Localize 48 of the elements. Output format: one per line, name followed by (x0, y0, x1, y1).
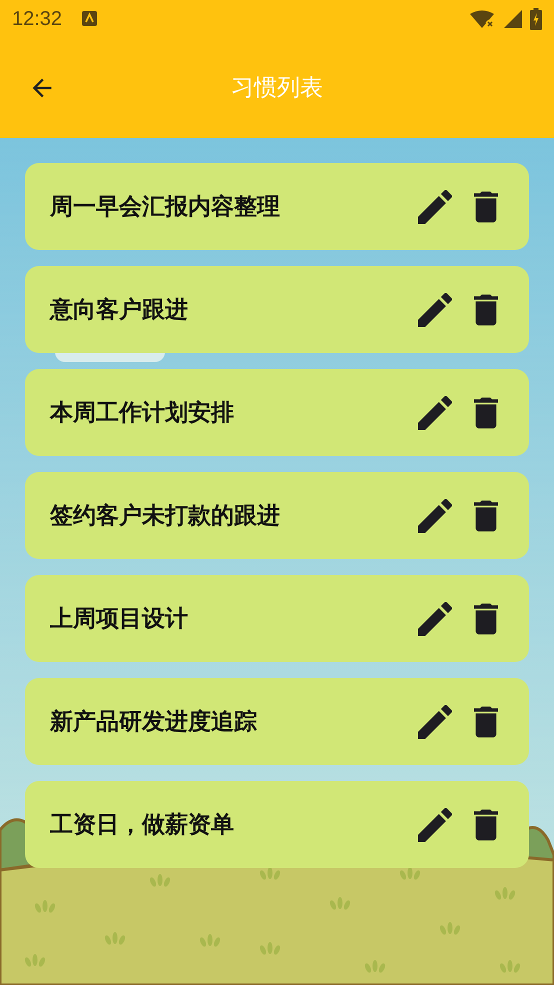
page-title: 习惯列表 (231, 73, 323, 102)
edit-button[interactable] (417, 704, 453, 740)
habit-title: 本周工作计划安排 (50, 398, 235, 428)
habit-card[interactable]: 工资日，做薪资单 (25, 781, 529, 868)
trash-icon (474, 808, 498, 840)
habit-card[interactable]: 周一早会汇报内容整理 (25, 163, 529, 250)
habit-title: 新产品研发进度追踪 (50, 707, 258, 736)
status-time: 12:32 (12, 6, 62, 32)
edit-button[interactable] (417, 498, 453, 534)
edit-button[interactable] (417, 806, 453, 842)
edit-button[interactable] (417, 292, 453, 328)
trash-icon (474, 190, 498, 222)
delete-button[interactable] (471, 292, 501, 328)
habit-title: 意向客户跟进 (50, 295, 189, 324)
habit-title: 签约客户未打款的跟进 (50, 501, 281, 530)
delete-button[interactable] (471, 704, 501, 740)
delete-button[interactable] (471, 394, 501, 430)
pencil-icon (418, 292, 452, 326)
habit-card[interactable]: 意向客户跟进 (25, 266, 529, 353)
habit-title: 工资日，做薪资单 (50, 810, 235, 840)
pencil-icon (418, 704, 452, 738)
pencil-icon (418, 498, 452, 532)
trash-icon (474, 602, 498, 634)
battery-icon (530, 8, 542, 30)
habit-title: 上周项目设计 (50, 604, 189, 634)
trash-icon (474, 706, 498, 738)
pencil-icon (418, 396, 452, 430)
delete-button[interactable] (471, 600, 501, 636)
edit-button[interactable] (417, 188, 453, 224)
edit-button[interactable] (417, 600, 453, 636)
delete-button[interactable] (471, 498, 501, 534)
trash-icon (474, 396, 498, 428)
habit-card[interactable]: 签约客户未打款的跟进 (25, 472, 529, 559)
habit-card[interactable]: 新产品研发进度追踪 (25, 678, 529, 765)
trash-icon (474, 294, 498, 326)
habit-title: 周一早会汇报内容整理 (50, 192, 281, 222)
pencil-icon (418, 190, 452, 224)
signal-icon (504, 10, 522, 28)
pencil-icon (418, 808, 452, 842)
habit-card[interactable]: 上周项目设计 (25, 575, 529, 662)
delete-button[interactable] (471, 188, 501, 224)
notification-icon (82, 11, 98, 26)
delete-button[interactable] (471, 806, 501, 842)
trash-icon (474, 500, 498, 532)
edit-button[interactable] (417, 394, 453, 430)
pencil-icon (418, 602, 452, 636)
wifi-off-icon (470, 10, 496, 28)
habit-card[interactable]: 本周工作计划安排 (25, 369, 529, 456)
